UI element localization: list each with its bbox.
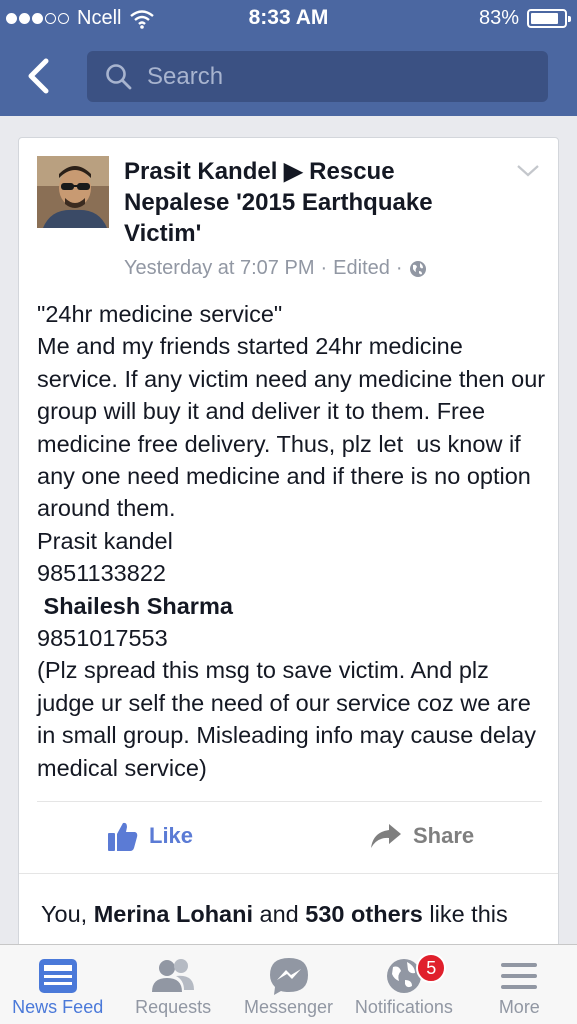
post-timestamp[interactable]: Yesterday at 7:07 PM [124,257,315,280]
share-label: Share [413,823,475,848]
tab-label: Messenger [243,997,334,1017]
search-icon [106,63,132,89]
tab-label: Notifications [354,997,453,1017]
top-navigation-bar: Ncell 8:33 AM 83% Search [0,0,577,116]
likes-summary[interactable]: You, Merina Lohani and 530 others like t… [41,898,541,930]
tab-label: More [498,997,540,1017]
phone-number[interactable]: 9851017553 [37,622,547,654]
post-body: "24hr medicine service" Me and my friend… [37,298,547,784]
share-arrow-icon [371,824,401,848]
divider [37,801,542,802]
search-input[interactable]: Search [87,51,548,102]
contact-name[interactable]: Shailesh Sharma [37,590,547,622]
news-feed-icon [38,959,77,993]
messenger-icon [269,958,308,995]
likes-friend-name[interactable]: Merina Lohani [94,901,253,927]
tab-notifications[interactable]: 5 Notifications [346,945,461,1024]
like-label: Like [149,823,194,848]
friend-requests-icon [152,959,195,992]
likes-you: You, [41,901,88,927]
likes-others-count[interactable]: 530 others [305,901,423,927]
post-text-line: (Plz spread this msg to save victim. And… [37,657,543,781]
notification-badge: 5 [416,953,447,983]
likes-and: and [259,901,299,927]
post-text-line: Me and my friends started 24hr medicine … [37,333,552,522]
divider [19,873,558,874]
likes-tail: like this [429,901,508,927]
avatar-photo [37,156,109,228]
bottom-tab-bar: News Feed Requests Messenger 5 Notificat… [0,944,577,1024]
status-bar: Ncell 8:33 AM 83% [0,0,577,38]
globe-icon [409,260,426,277]
tab-label: Requests [135,997,212,1017]
like-button[interactable]: Like [107,814,193,858]
menu-icon [501,963,538,989]
tab-more[interactable]: More [462,945,577,1024]
post-card: Prasit Kandel ▶ Rescue Nepalese '2015 Ea… [18,137,559,967]
battery-percent: 83% [478,7,519,29]
post-text-line: Prasit kandel [37,527,173,554]
edited-label[interactable]: Edited [333,257,390,280]
tab-requests[interactable]: Requests [115,945,230,1024]
post-text-line: "24hr medicine service" [37,301,283,327]
chevron-down-icon[interactable] [516,164,540,178]
tab-messenger[interactable]: Messenger [231,945,346,1024]
meta-separator: · [395,257,403,279]
tab-label: News Feed [12,997,104,1017]
meta-separator: · [320,257,328,279]
share-button[interactable]: Share [369,814,474,858]
author-avatar[interactable] [37,156,109,228]
post-author-line[interactable]: Prasit Kandel ▶ Rescue Nepalese '2015 Ea… [124,156,504,249]
thumbs-up-icon [108,822,138,851]
battery-icon [527,9,571,28]
phone-number[interactable]: 9851133822 [37,557,547,589]
search-placeholder: Search [147,62,224,90]
back-arrow-icon[interactable] [22,56,56,96]
tab-news-feed[interactable]: News Feed [0,945,115,1024]
